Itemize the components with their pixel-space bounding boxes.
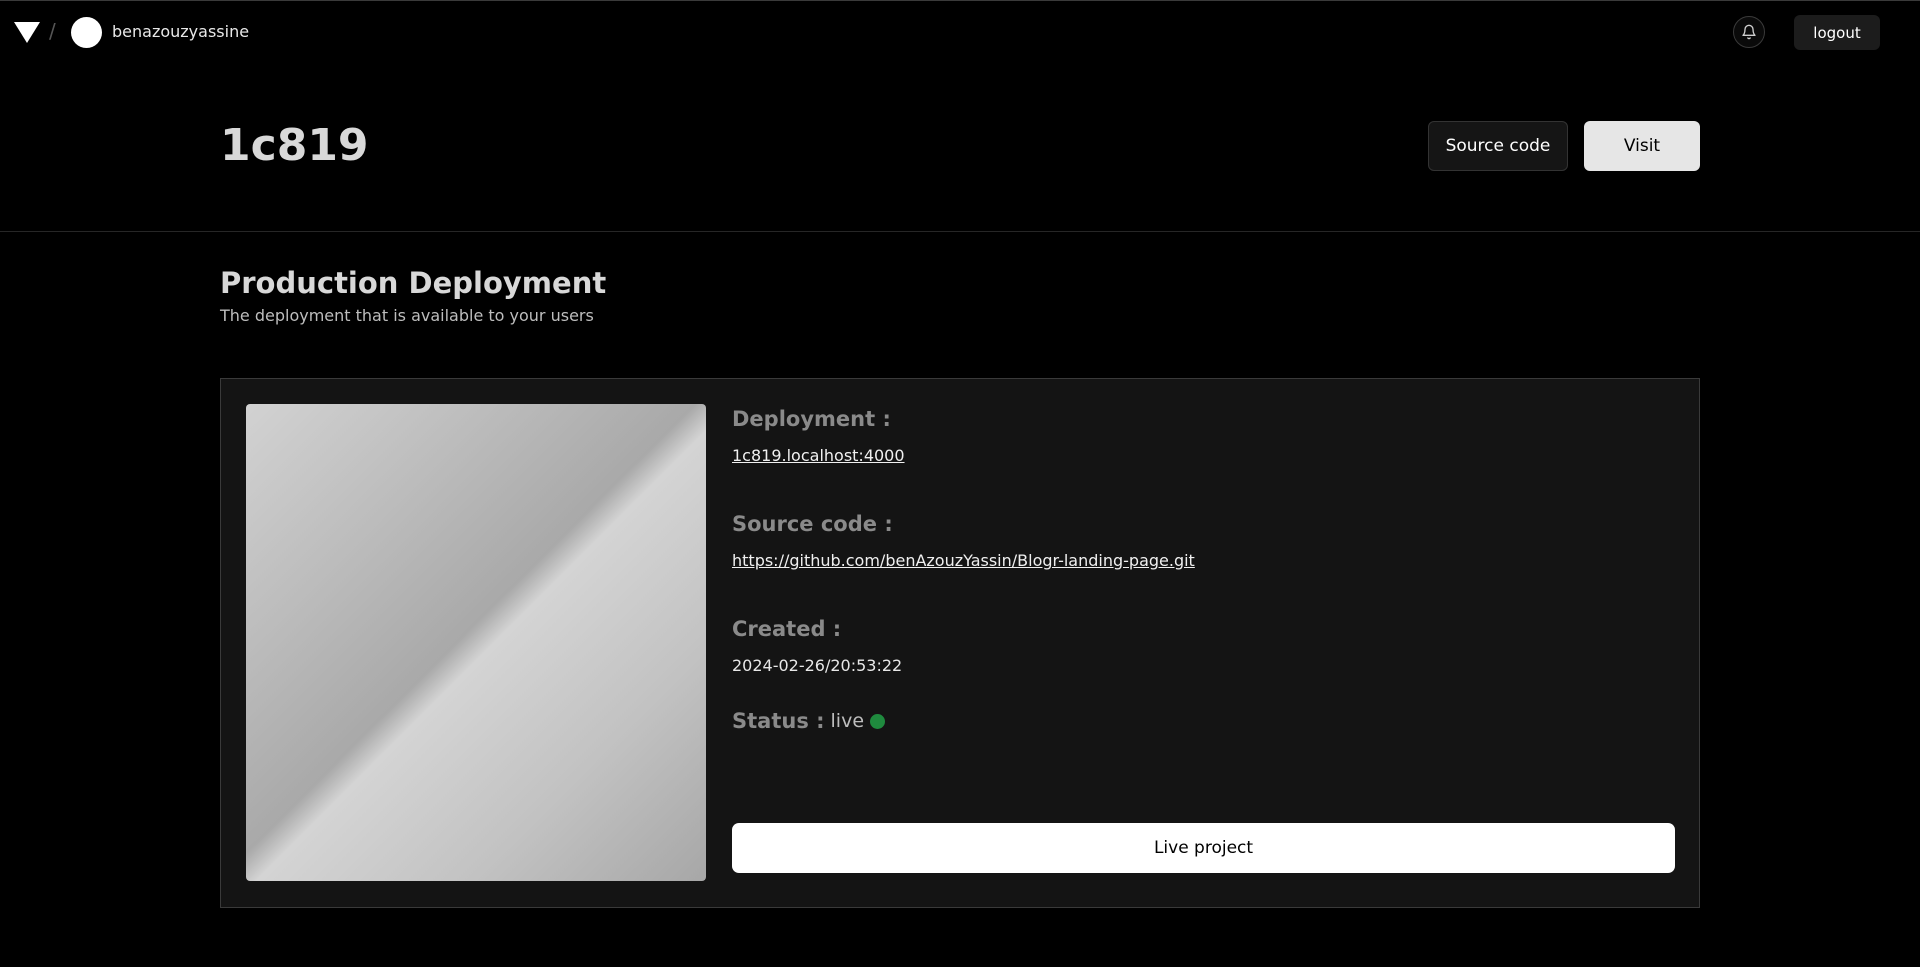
status-value: live (830, 710, 865, 732)
status-indicator-dot (870, 713, 886, 729)
breadcrumb-separator: / (49, 19, 56, 43)
deployment-preview-image (246, 404, 706, 881)
top-navbar: / benazouzyassine logout (0, 0, 1920, 62)
visit-button[interactable]: Visit (1584, 121, 1700, 171)
status-row: Status : live (732, 709, 886, 733)
deployment-label: Deployment : (732, 407, 891, 431)
page-title: 1c819 (220, 120, 369, 171)
status-label: Status : (732, 709, 825, 733)
triangle-logo-icon[interactable] (14, 22, 40, 43)
username[interactable]: benazouzyassine (112, 22, 249, 41)
live-project-button[interactable]: Live project (732, 823, 1675, 873)
section-subtitle: The deployment that is available to your… (220, 306, 594, 325)
logout-button[interactable]: logout (1794, 15, 1880, 50)
bell-icon (1742, 24, 1756, 40)
deployment-card: Deployment : 1c819.localhost:4000 Source… (220, 378, 1700, 908)
source-code-label: Source code : (732, 512, 893, 536)
created-value: 2024-02-26/20:53:22 (732, 656, 903, 675)
deployment-url-link[interactable]: 1c819.localhost:4000 (732, 446, 905, 465)
section-title: Production Deployment (220, 266, 607, 300)
avatar[interactable] (71, 17, 102, 48)
notifications-button[interactable] (1733, 16, 1765, 48)
source-url-link[interactable]: https://github.com/benAzouzYassin/Blogr-… (732, 551, 1195, 570)
deployment-info: Deployment : 1c819.localhost:4000 Source… (732, 379, 1675, 907)
created-label: Created : (732, 617, 842, 641)
header-divider (0, 231, 1920, 232)
source-code-button[interactable]: Source code (1428, 121, 1568, 171)
